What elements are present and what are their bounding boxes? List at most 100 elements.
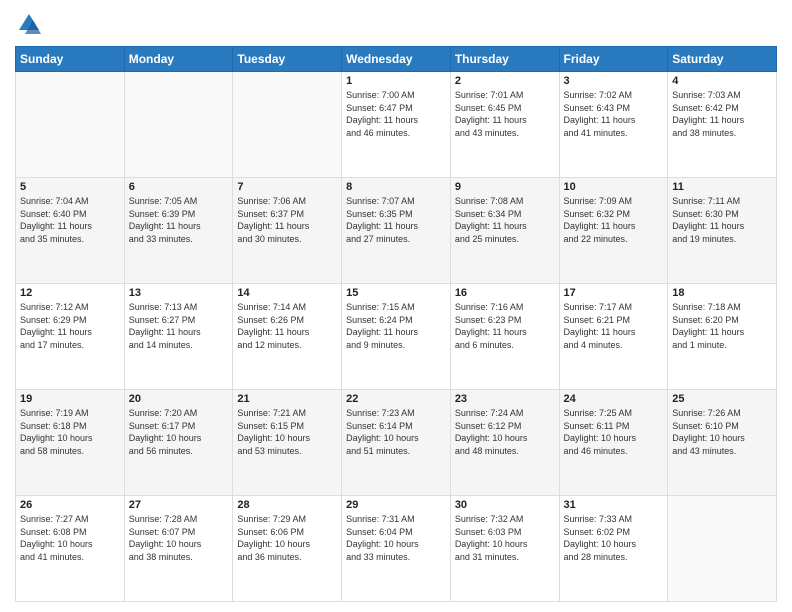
day-number: 15 xyxy=(346,287,446,299)
calendar-cell: 8 Sunrise: 7:07 AM Sunset: 6:35 PM Daylig… xyxy=(342,178,451,284)
week-row-2: 5 Sunrise: 7:04 AM Sunset: 6:40 PM Daylig… xyxy=(16,178,777,284)
day-number: 19 xyxy=(20,393,120,405)
calendar-cell: 31 Sunrise: 7:33 AM Sunset: 6:02 PM Dayli… xyxy=(559,496,668,602)
day-number: 8 xyxy=(346,181,446,193)
day-info: Sunrise: 7:29 AM Sunset: 6:06 PM Dayligh… xyxy=(237,513,337,563)
calendar-cell xyxy=(124,72,233,178)
day-info: Sunrise: 7:11 AM Sunset: 6:30 PM Dayligh… xyxy=(672,195,772,245)
calendar-cell: 28 Sunrise: 7:29 AM Sunset: 6:06 PM Dayli… xyxy=(233,496,342,602)
day-info: Sunrise: 7:16 AM Sunset: 6:23 PM Dayligh… xyxy=(455,301,555,351)
calendar-cell: 13Sunrise: 7:13 AM Sunset: 6:27 PM Dayli… xyxy=(124,284,233,390)
day-number: 29 xyxy=(346,499,446,511)
day-number: 16 xyxy=(455,287,555,299)
calendar-cell: 12 Sunrise: 7:12 AM Sunset: 6:29 PM Dayli… xyxy=(16,284,125,390)
day-number: 27 xyxy=(129,499,229,511)
week-row-5: 26 Sunrise: 7:27 AM Sunset: 6:08 PM Dayli… xyxy=(16,496,777,602)
weekday-header-sunday: Sunday xyxy=(16,47,125,72)
calendar-cell: 4Sunrise: 7:03 AM Sunset: 6:42 PM Daylig… xyxy=(668,72,777,178)
day-number: 17 xyxy=(564,287,664,299)
calendar-cell: 7Sunrise: 7:06 AM Sunset: 6:37 PM Daylig… xyxy=(233,178,342,284)
calendar-cell: 30Sunrise: 7:32 AM Sunset: 6:03 PM Dayli… xyxy=(450,496,559,602)
day-info: Sunrise: 7:14 AM Sunset: 6:26 PM Dayligh… xyxy=(237,301,337,351)
day-info: Sunrise: 7:26 AM Sunset: 6:10 PM Dayligh… xyxy=(672,407,772,457)
day-number: 22 xyxy=(346,393,446,405)
calendar-cell: 14 Sunrise: 7:14 AM Sunset: 6:26 PM Dayli… xyxy=(233,284,342,390)
header xyxy=(15,10,777,38)
day-info: Sunrise: 7:27 AM Sunset: 6:08 PM Dayligh… xyxy=(20,513,120,563)
day-info: Sunrise: 7:05 AM Sunset: 6:39 PM Dayligh… xyxy=(129,195,229,245)
day-info: Sunrise: 7:33 AM Sunset: 6:02 PM Dayligh… xyxy=(564,513,664,563)
day-info: Sunrise: 7:31 AM Sunset: 6:04 PM Dayligh… xyxy=(346,513,446,563)
calendar-cell: 23 Sunrise: 7:24 AM Sunset: 6:12 PM Dayli… xyxy=(450,390,559,496)
day-info: Sunrise: 7:02 AM Sunset: 6:43 PM Dayligh… xyxy=(564,89,664,139)
calendar-cell: 10Sunrise: 7:09 AM Sunset: 6:32 PM Dayli… xyxy=(559,178,668,284)
calendar-cell: 27 Sunrise: 7:28 AM Sunset: 6:07 PM Dayli… xyxy=(124,496,233,602)
weekday-header-thursday: Thursday xyxy=(450,47,559,72)
calendar-cell: 21Sunrise: 7:21 AM Sunset: 6:15 PM Dayli… xyxy=(233,390,342,496)
logo-icon xyxy=(15,10,43,38)
logo xyxy=(15,10,45,38)
calendar-cell: 19Sunrise: 7:19 AM Sunset: 6:18 PM Dayli… xyxy=(16,390,125,496)
weekday-header-tuesday: Tuesday xyxy=(233,47,342,72)
day-info: Sunrise: 7:23 AM Sunset: 6:14 PM Dayligh… xyxy=(346,407,446,457)
calendar-cell: 22 Sunrise: 7:23 AM Sunset: 6:14 PM Dayli… xyxy=(342,390,451,496)
weekday-header-monday: Monday xyxy=(124,47,233,72)
day-info: Sunrise: 7:17 AM Sunset: 6:21 PM Dayligh… xyxy=(564,301,664,351)
day-info: Sunrise: 7:24 AM Sunset: 6:12 PM Dayligh… xyxy=(455,407,555,457)
weekday-header-saturday: Saturday xyxy=(668,47,777,72)
page: SundayMondayTuesdayWednesdayThursdayFrid… xyxy=(0,0,792,612)
day-number: 2 xyxy=(455,75,555,87)
calendar-cell xyxy=(16,72,125,178)
day-number: 18 xyxy=(672,287,772,299)
day-number: 31 xyxy=(564,499,664,511)
calendar-cell: 9Sunrise: 7:08 AM Sunset: 6:34 PM Daylig… xyxy=(450,178,559,284)
calendar-cell xyxy=(233,72,342,178)
day-number: 3 xyxy=(564,75,664,87)
calendar-cell: 17 Sunrise: 7:17 AM Sunset: 6:21 PM Dayli… xyxy=(559,284,668,390)
day-info: Sunrise: 7:32 AM Sunset: 6:03 PM Dayligh… xyxy=(455,513,555,563)
day-info: Sunrise: 7:25 AM Sunset: 6:11 PM Dayligh… xyxy=(564,407,664,457)
calendar-cell: 24 Sunrise: 7:25 AM Sunset: 6:11 PM Dayli… xyxy=(559,390,668,496)
day-number: 25 xyxy=(672,393,772,405)
day-info: Sunrise: 7:06 AM Sunset: 6:37 PM Dayligh… xyxy=(237,195,337,245)
day-number: 10 xyxy=(564,181,664,193)
day-number: 28 xyxy=(237,499,337,511)
week-row-4: 19Sunrise: 7:19 AM Sunset: 6:18 PM Dayli… xyxy=(16,390,777,496)
calendar-cell: 26 Sunrise: 7:27 AM Sunset: 6:08 PM Dayli… xyxy=(16,496,125,602)
week-row-1: 1 Sunrise: 7:00 AM Sunset: 6:47 PM Daylig… xyxy=(16,72,777,178)
day-number: 24 xyxy=(564,393,664,405)
day-info: Sunrise: 7:00 AM Sunset: 6:47 PM Dayligh… xyxy=(346,89,446,139)
calendar-cell: 20Sunrise: 7:20 AM Sunset: 6:17 PM Dayli… xyxy=(124,390,233,496)
day-info: Sunrise: 7:08 AM Sunset: 6:34 PM Dayligh… xyxy=(455,195,555,245)
day-info: Sunrise: 7:12 AM Sunset: 6:29 PM Dayligh… xyxy=(20,301,120,351)
calendar-table: SundayMondayTuesdayWednesdayThursdayFrid… xyxy=(15,46,777,602)
calendar-cell: 18 Sunrise: 7:18 AM Sunset: 6:20 PM Dayli… xyxy=(668,284,777,390)
day-info: Sunrise: 7:04 AM Sunset: 6:40 PM Dayligh… xyxy=(20,195,120,245)
calendar-cell: 2 Sunrise: 7:01 AM Sunset: 6:45 PM Daylig… xyxy=(450,72,559,178)
calendar-cell: 6 Sunrise: 7:05 AM Sunset: 6:39 PM Daylig… xyxy=(124,178,233,284)
day-number: 1 xyxy=(346,75,446,87)
day-number: 14 xyxy=(237,287,337,299)
calendar-cell: 15Sunrise: 7:15 AM Sunset: 6:24 PM Dayli… xyxy=(342,284,451,390)
day-info: Sunrise: 7:01 AM Sunset: 6:45 PM Dayligh… xyxy=(455,89,555,139)
calendar-cell: 29 Sunrise: 7:31 AM Sunset: 6:04 PM Dayli… xyxy=(342,496,451,602)
day-number: 21 xyxy=(237,393,337,405)
day-info: Sunrise: 7:20 AM Sunset: 6:17 PM Dayligh… xyxy=(129,407,229,457)
day-number: 4 xyxy=(672,75,772,87)
weekday-header-friday: Friday xyxy=(559,47,668,72)
day-info: Sunrise: 7:13 AM Sunset: 6:27 PM Dayligh… xyxy=(129,301,229,351)
day-info: Sunrise: 7:28 AM Sunset: 6:07 PM Dayligh… xyxy=(129,513,229,563)
day-number: 6 xyxy=(129,181,229,193)
day-number: 5 xyxy=(20,181,120,193)
week-row-3: 12 Sunrise: 7:12 AM Sunset: 6:29 PM Dayli… xyxy=(16,284,777,390)
day-info: Sunrise: 7:07 AM Sunset: 6:35 PM Dayligh… xyxy=(346,195,446,245)
weekday-header-row: SundayMondayTuesdayWednesdayThursdayFrid… xyxy=(16,47,777,72)
day-number: 23 xyxy=(455,393,555,405)
calendar-cell: 25 Sunrise: 7:26 AM Sunset: 6:10 PM Dayli… xyxy=(668,390,777,496)
day-info: Sunrise: 7:18 AM Sunset: 6:20 PM Dayligh… xyxy=(672,301,772,351)
calendar-cell: 5 Sunrise: 7:04 AM Sunset: 6:40 PM Daylig… xyxy=(16,178,125,284)
calendar-cell: 3 Sunrise: 7:02 AM Sunset: 6:43 PM Daylig… xyxy=(559,72,668,178)
calendar-cell: 11Sunrise: 7:11 AM Sunset: 6:30 PM Dayli… xyxy=(668,178,777,284)
day-number: 12 xyxy=(20,287,120,299)
day-number: 26 xyxy=(20,499,120,511)
